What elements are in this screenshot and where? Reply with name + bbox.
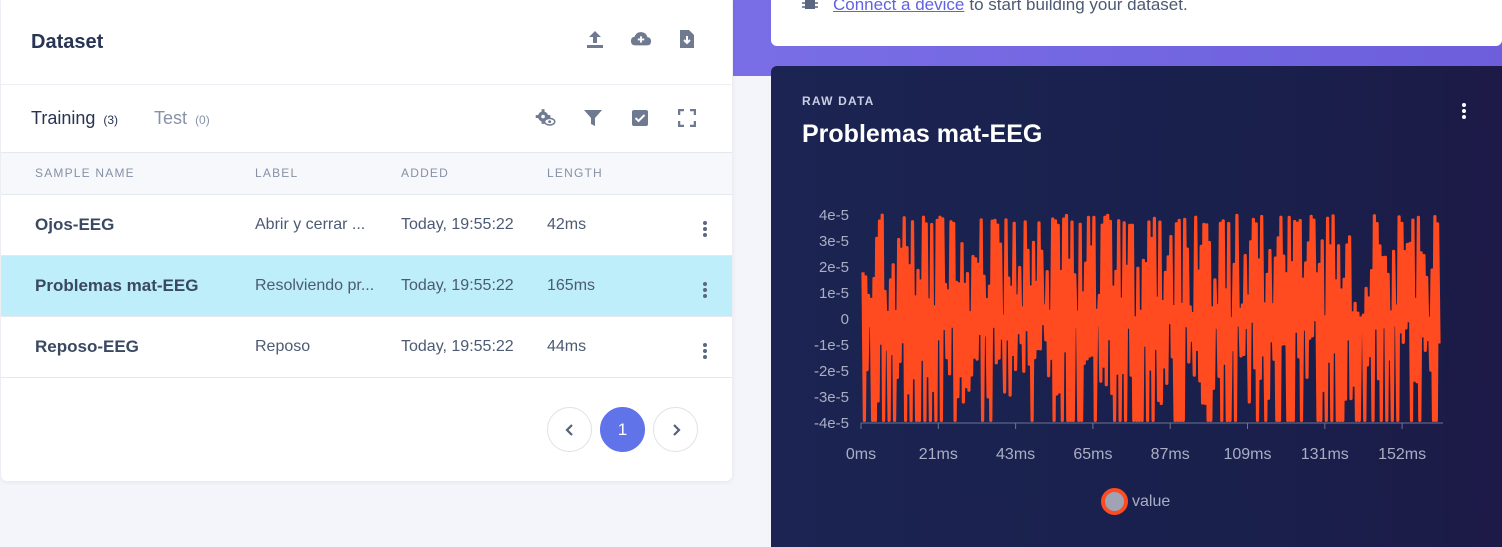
- sample-label: Resolviendo pr...: [255, 276, 375, 294]
- checkbox-icon[interactable]: [629, 107, 651, 129]
- row-menu-icon[interactable]: [677, 316, 732, 377]
- raw-data-panel: RAW DATA Problemas mat-EEG 4e-5 3e-5 2e-5 1…: [771, 66, 1502, 547]
- tab-training[interactable]: Training (3): [31, 108, 118, 129]
- pagination: 1: [547, 407, 698, 452]
- page-button-current[interactable]: 1: [600, 407, 645, 452]
- legend-marker: [1101, 488, 1128, 515]
- x-tick-label: 131ms: [1301, 446, 1349, 463]
- table-row-selected[interactable]: Problemas mat-EEG Resolviendo pr... Toda…: [1, 255, 732, 316]
- x-tick-label: 87ms: [1151, 446, 1190, 463]
- x-tick-label: 109ms: [1223, 446, 1271, 463]
- legend-item-value[interactable]: value: [1101, 488, 1170, 515]
- row-menu-icon[interactable]: [677, 194, 732, 255]
- column-header-actions: [677, 153, 732, 194]
- chevron-left-icon: [564, 423, 573, 436]
- dataset-panel: Dataset Training (3) Test (0) SAMPLE NAM…: [1, 0, 732, 481]
- dataset-header: Dataset: [1, 0, 732, 85]
- table-header-row: SAMPLE NAME LABEL ADDED LENGTH: [1, 153, 732, 194]
- tab-test-label: Test: [154, 108, 188, 128]
- row-menu-icon[interactable]: [677, 255, 732, 316]
- samples-table: SAMPLE NAME LABEL ADDED LENGTH Ojos-EEG …: [1, 153, 732, 378]
- sample-name: Problemas mat-EEG: [35, 275, 199, 295]
- series-line-value: [861, 213, 1441, 422]
- settings-eye-icon[interactable]: [535, 107, 557, 129]
- table-row[interactable]: Ojos-EEG Abrir y cerrar ... Today, 19:55…: [1, 194, 732, 255]
- column-header-length[interactable]: LENGTH: [547, 153, 677, 194]
- download-file-icon[interactable]: [676, 28, 698, 50]
- chip-icon: [801, 0, 819, 16]
- tabs-bar: Training (3) Test (0): [1, 85, 732, 153]
- connect-device-text: to start building your dataset.: [969, 0, 1188, 14]
- expand-icon[interactable]: [676, 107, 698, 129]
- connect-device-link[interactable]: Connect a device: [833, 0, 964, 15]
- prev-page-button[interactable]: [547, 407, 592, 452]
- legend-label: value: [1132, 492, 1171, 510]
- x-tick-label: 21ms: [919, 446, 958, 463]
- sample-label: Abrir y cerrar ...: [255, 215, 366, 233]
- x-tick-label: 0ms: [846, 446, 876, 463]
- y-tick-label: -4e-5: [814, 415, 849, 432]
- upload-icon[interactable]: [584, 28, 606, 50]
- y-tick-label: -3e-5: [814, 389, 849, 406]
- x-tick-label: 152ms: [1378, 446, 1426, 463]
- sample-added: Today, 19:55:22: [401, 337, 514, 355]
- y-tick-label: 1e-5: [819, 285, 849, 302]
- table-row[interactable]: Reposo-EEG Reposo Today, 19:55:22 44ms: [1, 316, 732, 377]
- sample-length: 42ms: [547, 215, 587, 233]
- raw-data-chart: 4e-5 3e-5 2e-5 1e-5 0 -1e-5 -2e-5 -3e-5 -4e-5 0m…: [814, 207, 1443, 463]
- chevron-right-icon: [672, 423, 681, 436]
- y-tick-label: -1e-5: [814, 337, 849, 354]
- sample-added: Today, 19:55:22: [401, 215, 514, 233]
- sample-name: Ojos-EEG: [35, 214, 115, 234]
- more-options-icon[interactable]: [1462, 94, 1466, 119]
- y-tick-label: 3e-5: [819, 233, 849, 250]
- x-tick-label: 43ms: [996, 446, 1035, 463]
- tab-training-count: (3): [103, 113, 119, 127]
- y-tick-label: -2e-5: [814, 363, 849, 380]
- connect-device-message: Connect a device to start building your …: [771, 0, 1502, 46]
- y-tick-label: 0: [841, 311, 849, 328]
- column-header-sample-name[interactable]: SAMPLE NAME: [1, 153, 255, 194]
- cloud-add-icon[interactable]: [630, 28, 652, 50]
- tab-test[interactable]: Test (0): [154, 108, 210, 129]
- raw-data-subtitle: RAW DATA: [802, 94, 875, 108]
- sample-label: Reposo: [255, 337, 311, 355]
- y-tick-label: 4e-5: [819, 207, 849, 224]
- y-tick-label: 2e-5: [819, 259, 849, 276]
- next-page-button[interactable]: [653, 407, 698, 452]
- x-tick-label: 65ms: [1073, 446, 1112, 463]
- sample-length: 165ms: [547, 276, 596, 294]
- column-header-label[interactable]: LABEL: [255, 153, 401, 194]
- sample-name: Reposo-EEG: [35, 336, 139, 356]
- column-header-added[interactable]: ADDED: [401, 153, 547, 194]
- sample-length: 44ms: [547, 337, 587, 355]
- raw-data-title: Problemas mat-EEG: [802, 120, 1043, 148]
- filter-icon[interactable]: [582, 107, 604, 129]
- tab-training-label: Training: [31, 108, 96, 128]
- tab-test-count: (0): [195, 113, 210, 127]
- sample-added: Today, 19:55:22: [401, 276, 514, 294]
- dataset-title: Dataset: [31, 30, 104, 53]
